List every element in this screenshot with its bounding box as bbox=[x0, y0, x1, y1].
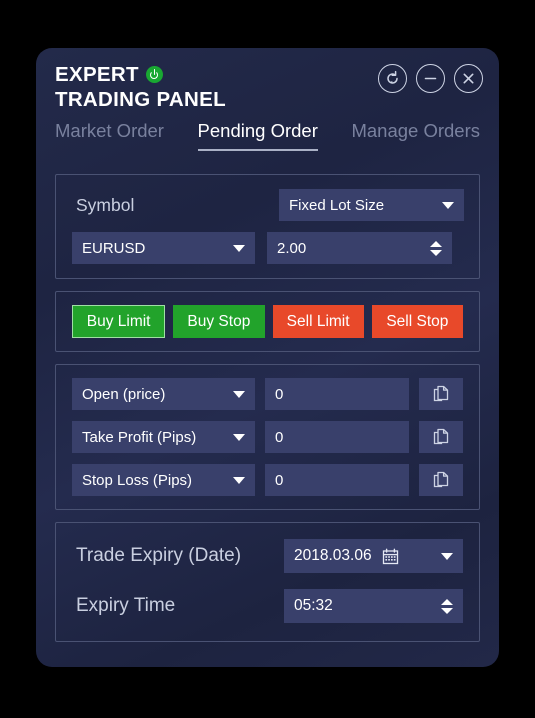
sell-limit-button[interactable]: Sell Limit bbox=[272, 305, 364, 338]
take-profit-row: Take Profit (Pips) 0 bbox=[72, 421, 463, 453]
chevron-down-icon bbox=[442, 201, 454, 209]
symbol-header-row: Symbol Fixed Lot Size bbox=[72, 189, 464, 221]
take-profit-input[interactable]: 0 bbox=[265, 421, 409, 453]
app-title-line2: TRADING PANEL bbox=[55, 88, 226, 111]
tab-bar: Market Order Pending Order Manage Orders bbox=[36, 120, 499, 162]
open-price-dropdown[interactable]: Open (price) bbox=[72, 378, 255, 410]
order-type-section: Buy Limit Buy Stop Sell Limit Sell Stop bbox=[55, 291, 480, 352]
open-price-selector-label: Open (price) bbox=[82, 385, 166, 403]
trading-panel: EXPERT TRADING PANEL Market Order Pendin… bbox=[36, 48, 499, 667]
take-profit-dropdown[interactable]: Take Profit (Pips) bbox=[72, 421, 255, 453]
tab-market-order[interactable]: Market Order bbox=[55, 120, 164, 149]
chevron-down-icon bbox=[441, 552, 453, 560]
copy-icon bbox=[433, 385, 448, 402]
app-title-line1: EXPERT bbox=[55, 63, 139, 86]
take-profit-copy-button[interactable] bbox=[419, 421, 463, 453]
expiry-time-row: Expiry Time 05:32 bbox=[72, 589, 463, 623]
chevron-down-icon bbox=[233, 390, 245, 398]
trade-expiry-date-value: 2018.03.06 bbox=[294, 547, 372, 564]
power-icon bbox=[145, 66, 163, 83]
open-price-copy-button[interactable] bbox=[419, 378, 463, 410]
app-title: EXPERT TRADING PANEL bbox=[55, 62, 226, 112]
symbol-dropdown[interactable]: EURUSD bbox=[72, 232, 255, 264]
close-button[interactable] bbox=[454, 64, 483, 93]
copy-icon bbox=[433, 428, 448, 445]
trade-expiry-date-picker[interactable]: 2018.03.06 bbox=[284, 539, 463, 573]
chevron-down-icon bbox=[233, 244, 245, 252]
calendar-icon bbox=[382, 548, 398, 564]
chevron-down-icon bbox=[233, 476, 245, 484]
expiry-time-label: Expiry Time bbox=[76, 595, 176, 616]
stop-loss-copy-button[interactable] bbox=[419, 464, 463, 496]
price-section: Open (price) 0 Take Profit (Pips) 0 Stop… bbox=[55, 364, 480, 510]
expiry-time-value: 05:32 bbox=[294, 597, 333, 614]
open-price-row: Open (price) 0 bbox=[72, 378, 463, 410]
stop-loss-row: Stop Loss (Pips) 0 bbox=[72, 464, 463, 496]
buy-limit-button[interactable]: Buy Limit bbox=[72, 305, 166, 338]
tab-pending-order[interactable]: Pending Order bbox=[197, 120, 318, 151]
chevron-down-icon bbox=[233, 433, 245, 441]
symbol-label: Symbol bbox=[76, 194, 135, 215]
expiry-section: Trade Expiry (Date) 2018.03.06 Expiry Ti… bbox=[55, 522, 480, 642]
close-circle-icon bbox=[463, 73, 474, 84]
stepper-arrows-icon[interactable] bbox=[430, 240, 442, 256]
lot-mode-dropdown[interactable]: Fixed Lot Size bbox=[279, 189, 464, 221]
symbol-section: Symbol Fixed Lot Size EURUSD 2.00 bbox=[55, 174, 480, 279]
buy-stop-button[interactable]: Buy Stop bbox=[173, 305, 265, 338]
tab-manage-orders[interactable]: Manage Orders bbox=[351, 120, 480, 149]
trade-expiry-row: Trade Expiry (Date) 2018.03.06 bbox=[72, 539, 463, 573]
stepper-arrows-icon[interactable] bbox=[441, 598, 453, 614]
symbol-value: EURUSD bbox=[82, 239, 146, 257]
symbol-value-row: EURUSD 2.00 bbox=[72, 232, 463, 264]
take-profit-value: 0 bbox=[275, 428, 284, 446]
stop-loss-dropdown[interactable]: Stop Loss (Pips) bbox=[72, 464, 255, 496]
minimize-button[interactable] bbox=[416, 64, 445, 93]
refresh-button[interactable] bbox=[378, 64, 407, 93]
open-price-value: 0 bbox=[275, 385, 284, 403]
minus-circle-icon bbox=[424, 77, 437, 80]
stop-loss-selector-label: Stop Loss (Pips) bbox=[82, 471, 193, 489]
copy-icon bbox=[433, 471, 448, 488]
trade-expiry-label: Trade Expiry (Date) bbox=[76, 545, 242, 566]
stop-loss-input[interactable]: 0 bbox=[265, 464, 409, 496]
take-profit-selector-label: Take Profit (Pips) bbox=[82, 428, 197, 446]
sell-stop-button[interactable]: Sell Stop bbox=[371, 305, 463, 338]
lot-size-stepper[interactable]: 2.00 bbox=[267, 232, 452, 264]
panel-header: EXPERT TRADING PANEL bbox=[36, 48, 499, 120]
expiry-time-stepper[interactable]: 05:32 bbox=[284, 589, 463, 623]
refresh-circle-icon bbox=[387, 70, 398, 84]
lot-size-value: 2.00 bbox=[277, 239, 307, 257]
lot-mode-value: Fixed Lot Size bbox=[289, 196, 385, 214]
open-price-input[interactable]: 0 bbox=[265, 378, 409, 410]
order-type-buttons: Buy Limit Buy Stop Sell Limit Sell Stop bbox=[72, 305, 463, 338]
window-controls bbox=[378, 64, 483, 93]
stop-loss-value: 0 bbox=[275, 471, 284, 489]
